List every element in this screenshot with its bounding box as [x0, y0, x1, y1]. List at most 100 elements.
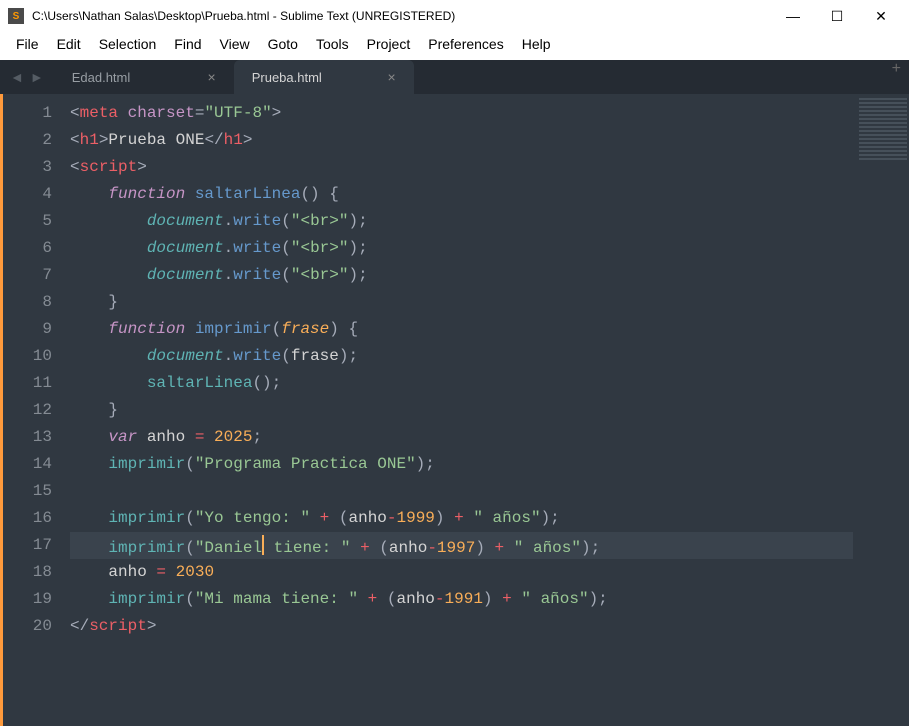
token-punct: (: [387, 590, 397, 608]
code-line[interactable]: saltarLinea();: [70, 370, 853, 397]
token-str: "<br>": [291, 266, 349, 284]
code-line[interactable]: }: [70, 289, 853, 316]
menu-file[interactable]: File: [8, 34, 47, 54]
menu-project[interactable]: Project: [359, 34, 419, 54]
token-punct: }: [108, 401, 118, 419]
line-number[interactable]: 7: [3, 262, 52, 289]
token-fncall: imprimir: [108, 590, 185, 608]
token-num: 1991: [445, 590, 483, 608]
menu-find[interactable]: Find: [166, 34, 209, 54]
code-line[interactable]: function saltarLinea() {: [70, 181, 853, 208]
token-id: [350, 539, 360, 557]
code-line[interactable]: function imprimir(frase) {: [70, 316, 853, 343]
menu-edit[interactable]: Edit: [49, 34, 89, 54]
line-number[interactable]: 11: [3, 370, 52, 397]
close-icon[interactable]: ×: [208, 69, 216, 85]
code-line[interactable]: <meta charset="UTF-8">: [70, 100, 853, 127]
code-line[interactable]: <script>: [70, 154, 853, 181]
token-punct: <: [70, 131, 80, 149]
token-punct: =: [195, 104, 205, 122]
token-id: anho: [70, 563, 156, 581]
token-op: -: [427, 539, 437, 557]
code-line[interactable]: </script>: [70, 613, 853, 640]
code-line[interactable]: [70, 478, 853, 505]
line-number[interactable]: 15: [3, 478, 52, 505]
maximize-button[interactable]: ☐: [825, 4, 849, 28]
token-str: "Mi mama tiene: ": [195, 590, 358, 608]
close-icon[interactable]: ×: [388, 69, 396, 85]
token-id: [377, 590, 387, 608]
token-punct: >: [99, 131, 109, 149]
token-varkw: var: [108, 428, 137, 446]
token-punct: .: [224, 266, 234, 284]
minimap[interactable]: [853, 94, 909, 726]
menu-selection[interactable]: Selection: [91, 34, 165, 54]
code-line[interactable]: document.write(frase);: [70, 343, 853, 370]
line-number[interactable]: 12: [3, 397, 52, 424]
menu-tools[interactable]: Tools: [308, 34, 357, 54]
token-str: "Programa Practica ONE": [195, 455, 416, 473]
back-icon[interactable]: ◄: [10, 69, 24, 85]
token-num: 2030: [176, 563, 214, 581]
code-line[interactable]: anho = 2030: [70, 559, 853, 586]
tab-history-arrows[interactable]: ◄ ►: [0, 60, 54, 94]
code-line[interactable]: var anho = 2025;: [70, 424, 853, 451]
tab-edad-html[interactable]: Edad.html×: [54, 60, 234, 94]
line-number[interactable]: 1: [3, 100, 52, 127]
token-id: anho: [389, 539, 427, 557]
line-number[interactable]: 20: [3, 613, 52, 640]
minimize-button[interactable]: —: [781, 4, 805, 28]
token-punct: >: [272, 104, 282, 122]
line-number[interactable]: 3: [3, 154, 52, 181]
token-id: [70, 590, 108, 608]
menu-bar: FileEditSelectionFindViewGotoToolsProjec…: [0, 32, 909, 60]
token-kw: function: [108, 320, 185, 338]
line-number-gutter[interactable]: 1234567891011121314151617181920: [0, 94, 66, 726]
token-fn: write: [233, 266, 281, 284]
line-number[interactable]: 9: [3, 316, 52, 343]
tab-bar: ◄ ► Edad.html×Prueba.html× +: [0, 60, 909, 94]
tab-prueba-html[interactable]: Prueba.html×: [234, 60, 414, 94]
token-op: =: [156, 563, 166, 581]
line-number[interactable]: 6: [3, 235, 52, 262]
token-fncall: imprimir: [108, 539, 185, 557]
token-punct: );: [348, 266, 367, 284]
line-number[interactable]: 16: [3, 505, 52, 532]
code-line[interactable]: imprimir("Programa Practica ONE");: [70, 451, 853, 478]
line-number[interactable]: 8: [3, 289, 52, 316]
token-punct: ): [483, 590, 493, 608]
code-editor[interactable]: <meta charset="UTF-8"><h1>Prueba ONE</h1…: [66, 94, 853, 726]
code-line[interactable]: <h1>Prueba ONE</h1>: [70, 127, 853, 154]
token-id: [204, 428, 214, 446]
token-punct: () {: [300, 185, 338, 203]
code-line[interactable]: document.write("<br>");: [70, 235, 853, 262]
token-id: [512, 590, 522, 608]
line-number[interactable]: 2: [3, 127, 52, 154]
line-number[interactable]: 5: [3, 208, 52, 235]
menu-view[interactable]: View: [212, 34, 258, 54]
token-fncall: imprimir: [108, 509, 185, 527]
close-button[interactable]: ✕: [869, 4, 893, 28]
token-punct: .: [224, 212, 234, 230]
code-line[interactable]: imprimir("Mi mama tiene: " + (anho-1991)…: [70, 586, 853, 613]
code-line[interactable]: imprimir("Daniel tiene: " + (anho-1997) …: [70, 532, 853, 559]
menu-preferences[interactable]: Preferences: [420, 34, 511, 54]
code-line[interactable]: document.write("<br>");: [70, 262, 853, 289]
forward-icon[interactable]: ►: [30, 69, 44, 85]
new-tab-button[interactable]: +: [892, 60, 901, 78]
menu-help[interactable]: Help: [514, 34, 559, 54]
line-number[interactable]: 19: [3, 586, 52, 613]
token-id: [185, 320, 195, 338]
line-number[interactable]: 18: [3, 559, 52, 586]
line-number[interactable]: 13: [3, 424, 52, 451]
code-line[interactable]: document.write("<br>");: [70, 208, 853, 235]
line-number[interactable]: 14: [3, 451, 52, 478]
code-line[interactable]: imprimir("Yo tengo: " + (anho-1999) + " …: [70, 505, 853, 532]
code-line[interactable]: }: [70, 397, 853, 424]
token-punct: );: [348, 212, 367, 230]
line-number[interactable]: 4: [3, 181, 52, 208]
line-number[interactable]: 17: [3, 532, 52, 559]
line-number[interactable]: 10: [3, 343, 52, 370]
token-id: [70, 185, 108, 203]
menu-goto[interactable]: Goto: [260, 34, 306, 54]
